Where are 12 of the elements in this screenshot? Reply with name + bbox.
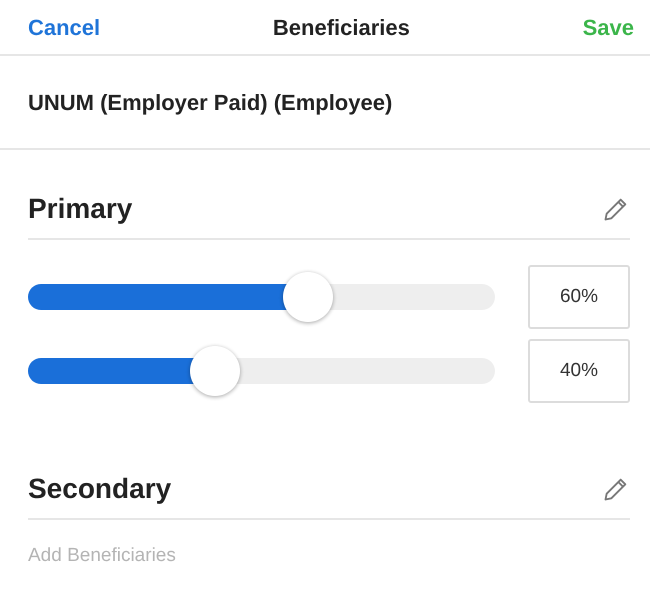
slider[interactable] (28, 346, 495, 396)
slider[interactable] (28, 272, 495, 322)
percent-field[interactable]: 60% (528, 265, 630, 329)
plan-name: UNUM (Employer Paid) (Employee) (28, 88, 392, 117)
cancel-button[interactable]: Cancel (28, 10, 100, 44)
page-title: Beneficiaries (272, 14, 410, 42)
percent-field[interactable]: 40% (528, 339, 630, 403)
section-title: Primary (28, 192, 132, 226)
slider-thumb[interactable] (190, 346, 240, 396)
save-button[interactable]: Save (582, 10, 634, 44)
slider-thumb[interactable] (283, 272, 334, 322)
section-title: Secondary (28, 472, 172, 506)
